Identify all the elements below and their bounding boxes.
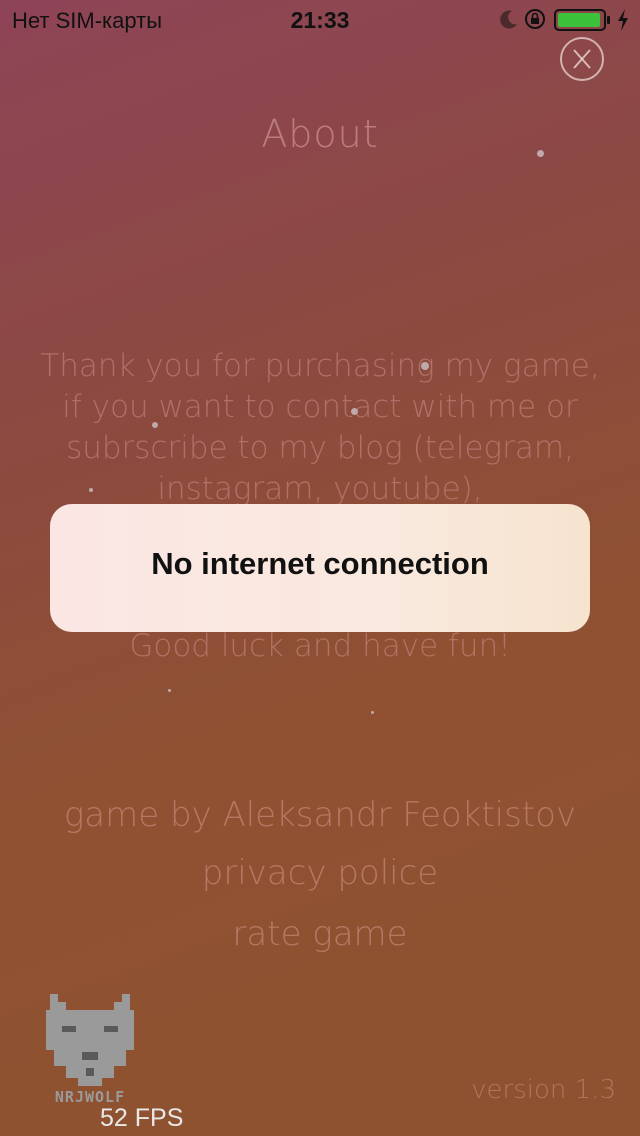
fps-counter: 52 FPS — [100, 1104, 184, 1132]
author-link[interactable]: game by Aleksandr Feoktistov — [0, 795, 640, 835]
wolf-logo-icon: NRJWOLF — [46, 994, 134, 1106]
closing-text: Good luck and have fun! — [129, 628, 511, 664]
page-title: About — [261, 112, 379, 156]
no-connection-toast: No internet connection — [50, 504, 590, 632]
toast-message: No internet connection — [151, 546, 489, 581]
orientation-lock-icon — [525, 9, 545, 29]
close-icon — [573, 49, 591, 69]
privacy-policy-link[interactable]: privacy police — [0, 853, 640, 893]
close-button[interactable] — [560, 37, 604, 81]
charging-icon — [618, 9, 628, 31]
about-line: Thank you for purchasing my game, — [40, 348, 600, 384]
about-line: if you want to contact with me or — [62, 389, 578, 425]
status-bar: Нет SIM-карты 21:33 — [0, 0, 640, 40]
battery-icon — [554, 9, 610, 31]
particle-dot — [371, 711, 374, 714]
particle-dot — [168, 689, 171, 692]
about-line: subrscribe to my blog (telegram, — [66, 430, 574, 466]
about-description: Thank you for purchasing my game, if you… — [40, 346, 600, 510]
moon-icon — [500, 10, 517, 29]
version-label: version 1.3 — [471, 1075, 616, 1105]
rate-game-link[interactable]: rate game — [0, 914, 640, 954]
